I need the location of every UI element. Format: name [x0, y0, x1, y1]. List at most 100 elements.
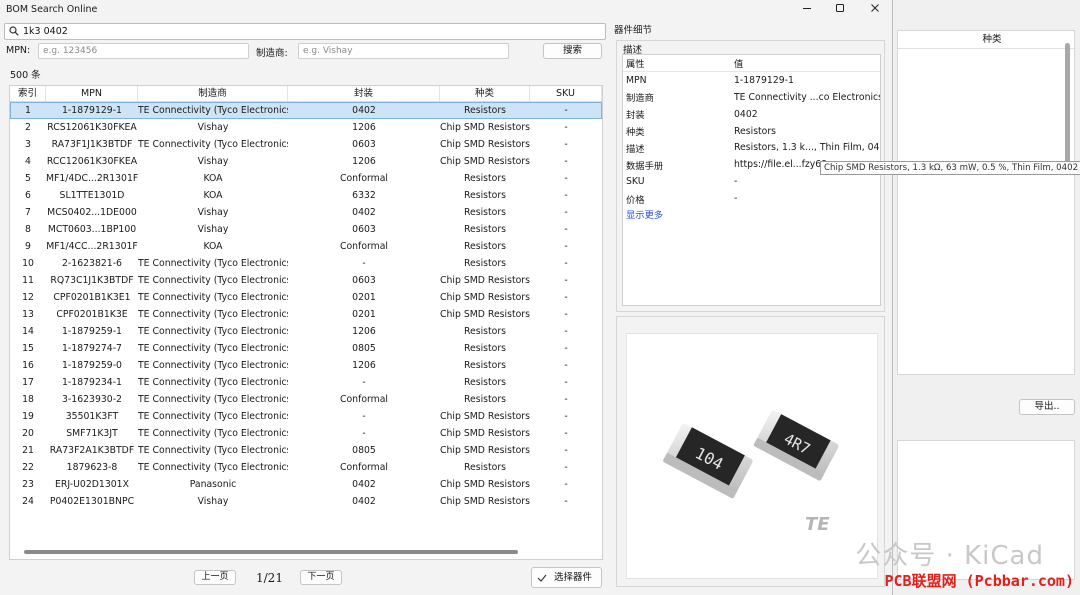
cell-package: 0402 — [352, 105, 376, 116]
table-row[interactable]: 22 1879623-8 TE Connectivity (Tyco Electro… — [10, 459, 602, 476]
property-row[interactable]: MPN 1-1879129-1 — [623, 72, 880, 89]
background-column-header: 种类 — [898, 31, 1074, 49]
cell-manufacturer: Vishay — [197, 207, 229, 218]
cell-category: Resistors — [463, 462, 507, 473]
cell-manufacturer: KOA — [203, 241, 223, 252]
table-row[interactable]: 19 35501K3FT TE Connectivity (Tyco Electro… — [10, 408, 602, 425]
manufacturer-input[interactable] — [298, 43, 509, 59]
cell-package: 1206 — [352, 326, 376, 337]
property-row[interactable]: 价格 - — [623, 190, 880, 207]
cell-sku: - — [564, 411, 568, 422]
cell-sku: - — [564, 105, 568, 116]
search-box[interactable] — [4, 23, 606, 40]
minimize-button[interactable] — [792, 0, 822, 20]
table-row[interactable]: 14 1-1879259-1 TE Connectivity (Tyco Elect… — [10, 323, 602, 340]
cell-index: 10 — [22, 258, 34, 269]
property-row[interactable]: 制造商 TE Connectivity ...co Electronics) — [623, 89, 880, 106]
table-row[interactable]: 18 3-1623930-2 TE Connectivity (Tyco Elect… — [10, 391, 602, 408]
cell-index: 9 — [25, 241, 31, 252]
table-row[interactable]: 21 RA73F2A1K3BTDF TE Connectivity (Tyco El… — [10, 442, 602, 459]
mpn-input[interactable] — [38, 43, 249, 59]
table-row[interactable]: 23 ERJ-U02D1301X Panasonic 0402 Chip SMD Res… — [10, 476, 602, 493]
column-header-manufacturer[interactable]: 制造商 — [138, 86, 288, 101]
table-row[interactable]: 3 RA73F1J1K3BTDF TE Connectivity (Tyco Ele… — [10, 136, 602, 153]
cell-sku: - — [564, 309, 568, 320]
cell-manufacturer: TE Connectivity (Tyco Electronics) — [138, 139, 288, 150]
cell-category: Chip SMD Resistors — [440, 428, 530, 439]
table-row[interactable]: 12 CPF0201B1K3E1 TE Connectivity (Tyco Ele… — [10, 289, 602, 306]
table-row[interactable]: 17 1-1879234-1 TE Connectivity (Tyco Elect… — [10, 374, 602, 391]
table-row[interactable]: 6 SL1TTE1301D KOA 6332 Resistors - — [10, 187, 602, 204]
cell-category: Resistors — [463, 343, 507, 354]
description-tooltip: Chip SMD Resistors, 1.3 kΩ, 63 mW, 0.5 %… — [820, 161, 1080, 175]
column-header-package[interactable]: 封装 — [288, 86, 440, 101]
cell-mpn: SMF71K3JT — [66, 428, 118, 439]
cell-mpn: CPF0201B1K3E — [56, 309, 128, 320]
property-row[interactable]: 封装 0402 — [623, 106, 880, 123]
next-page-button[interactable]: 下一页 — [300, 570, 342, 585]
cell-package: 0402 — [352, 207, 376, 218]
cell-index: 11 — [22, 275, 34, 286]
table-row[interactable]: 16 1-1879259-0 TE Connectivity (Tyco Elect… — [10, 357, 602, 374]
select-part-button[interactable]: 选择器件 — [531, 567, 602, 588]
cell-manufacturer: Vishay — [197, 496, 229, 507]
search-input[interactable] — [23, 25, 593, 38]
property-key: SKU — [626, 176, 645, 188]
cell-index: 17 — [22, 377, 34, 388]
table-row[interactable]: 20 SMF71K3JT TE Connectivity (Tyco Electro… — [10, 425, 602, 442]
resistor-photo: 104 4R7 TE — [663, 410, 839, 535]
column-header-mpn[interactable]: MPN — [46, 86, 138, 101]
cell-package: 1206 — [352, 122, 376, 133]
table-row[interactable]: 11 RQ73C1J1K3BTDF TE Connectivity (Tyco El… — [10, 272, 602, 289]
cell-manufacturer: KOA — [203, 173, 223, 184]
cell-category: Chip SMD Resistors — [440, 275, 530, 286]
table-row[interactable]: 24 P0402E1301BNPC Vishay 0402 Chip SMD Resis… — [10, 493, 602, 510]
column-header-category[interactable]: 种类 — [440, 86, 530, 101]
manufacturer-label: 制造商: — [256, 48, 288, 59]
table-row[interactable]: 15 1-1879274-7 TE Connectivity (Tyco Elect… — [10, 340, 602, 357]
cell-index: 24 — [22, 496, 34, 507]
prev-page-button[interactable]: 上一页 — [194, 570, 236, 585]
table-row[interactable]: 13 CPF0201B1K3E TE Connectivity (Tyco Elec… — [10, 306, 602, 323]
property-row[interactable]: SKU - — [623, 173, 880, 190]
cell-manufacturer: TE Connectivity (Tyco Electronics) — [138, 309, 288, 320]
cell-sku: - — [564, 292, 568, 303]
maximize-button[interactable] — [825, 0, 855, 20]
table-row[interactable]: 7 MCS0402...1DE000 Vishay 0402 Resistors - — [10, 204, 602, 221]
cell-index: 3 — [25, 139, 31, 150]
cell-mpn: ERJ-U02D1301X — [55, 479, 129, 490]
cell-sku: - — [564, 173, 568, 184]
close-button[interactable] — [860, 0, 890, 20]
column-header-index[interactable]: 索引 — [10, 86, 46, 101]
table-row[interactable]: 5 MF1/4DC...2R1301F KOA Conformal Resistors - — [10, 170, 602, 187]
search-icon — [9, 26, 19, 36]
background-scrollbar[interactable] — [1065, 43, 1070, 171]
table-row[interactable]: 8 MCT0603...1BP100 Vishay 0603 Resistors - — [10, 221, 602, 238]
property-key: 价格 — [626, 194, 645, 206]
table-row[interactable]: 2 RCS12061K30FKEA Vishay 1206 Chip SMD Resis… — [10, 119, 602, 136]
cell-mpn: 1-1879259-1 — [62, 326, 122, 337]
cell-category: Chip SMD Resistors — [440, 445, 530, 456]
cell-mpn: MF1/4CC...2R1301F — [46, 241, 138, 252]
table-row[interactable]: 1 1-1879129-1 TE Connectivity (Tyco Electr… — [10, 102, 602, 119]
property-row[interactable]: 描述 Resistors, 1.3 k..., Thin Film, 0402 — [623, 139, 880, 156]
column-header-sku[interactable]: SKU — [530, 86, 602, 101]
search-button[interactable]: 搜索 — [543, 43, 602, 59]
cell-category: Resistors — [463, 241, 507, 252]
show-more-link[interactable]: 显示更多 — [623, 207, 880, 224]
cell-sku: - — [564, 394, 568, 405]
table-row[interactable]: 4 RCC12061K30FKEA Vishay 1206 Chip SMD Resis… — [10, 153, 602, 170]
cell-sku: - — [564, 122, 568, 133]
export-button[interactable]: 导出.. — [1019, 399, 1075, 415]
cell-manufacturer: Vishay — [197, 122, 229, 133]
property-row[interactable]: 种类 Resistors — [623, 123, 880, 140]
cell-package: Conformal — [339, 173, 389, 184]
horizontal-scrollbar[interactable] — [24, 550, 518, 554]
watermark-wechat: 公众号 · KiCad — [855, 541, 1044, 571]
maximize-icon — [836, 4, 844, 12]
table-row[interactable]: 9 MF1/4CC...2R1301F KOA Conformal Resistors - — [10, 238, 602, 255]
table-row[interactable]: 10 2-1623821-6 TE Connectivity (Tyco Elect… — [10, 255, 602, 272]
cell-manufacturer: TE Connectivity (Tyco Electronics) — [138, 326, 288, 337]
property-value: - — [734, 193, 738, 205]
cell-sku: - — [564, 496, 568, 507]
